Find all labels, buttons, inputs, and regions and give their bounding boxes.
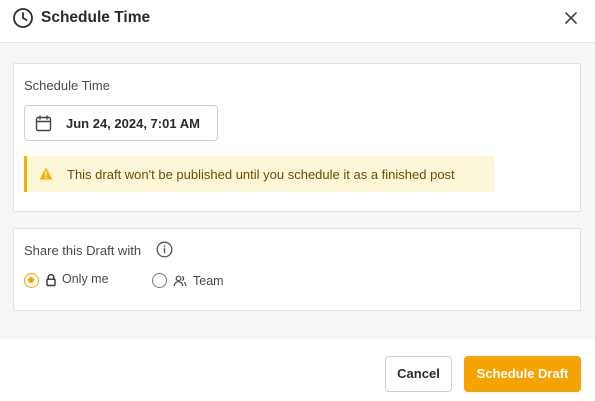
info-icon[interactable] [156, 241, 173, 258]
close-icon[interactable] [562, 9, 580, 27]
share-draft-label: Share this Draft with [24, 243, 142, 258]
dialog-body: Schedule Time Jun 24, 2024, 7:01 AM This… [0, 43, 595, 339]
only-me-label: Only me [62, 272, 109, 286]
team-radio[interactable] [152, 273, 167, 288]
warning-icon [39, 167, 53, 180]
dialog-title: Schedule Time [41, 9, 151, 26]
calendar-icon [35, 115, 52, 132]
lock-icon [46, 273, 56, 287]
date-value: Jun 24, 2024, 7:01 AM [66, 116, 200, 131]
share-draft-card: Share this Draft with Only me Team [13, 228, 581, 311]
users-icon [173, 275, 187, 287]
clock-icon [13, 8, 33, 28]
team-label: Team [193, 274, 224, 288]
draft-warning: This draft won't be published until you … [24, 156, 494, 192]
schedule-time-card: Schedule Time Jun 24, 2024, 7:01 AM This… [13, 63, 581, 212]
date-picker-button[interactable]: Jun 24, 2024, 7:01 AM [24, 105, 218, 141]
schedule-draft-button[interactable]: Schedule Draft [464, 356, 581, 392]
schedule-time-label: Schedule Time [24, 78, 110, 93]
dialog-footer: Cancel Schedule Draft [0, 339, 595, 401]
cancel-button[interactable]: Cancel [385, 356, 452, 392]
warning-text: This draft won't be published until you … [67, 167, 455, 182]
only-me-radio[interactable] [24, 273, 39, 288]
dialog-header: Schedule Time [0, 0, 595, 43]
